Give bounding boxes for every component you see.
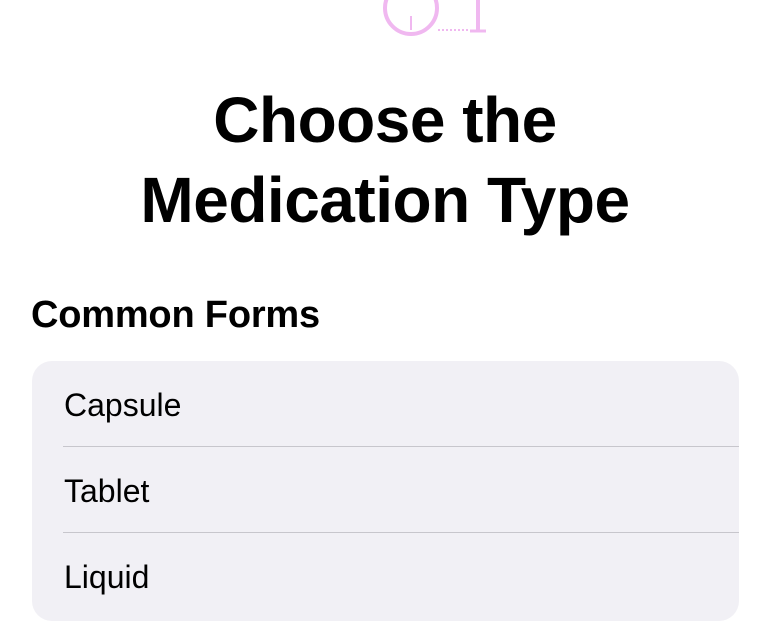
list-item-label: Capsule: [64, 387, 182, 423]
pill-illustration-icon: [372, 0, 492, 36]
list-item-label: Tablet: [64, 473, 150, 509]
section-heading-common-forms: Common Forms: [31, 294, 320, 336]
page-title-line-1: Choose the: [213, 84, 557, 156]
list-item-liquid[interactable]: Liquid: [32, 533, 739, 619]
list-item-tablet[interactable]: Tablet: [32, 447, 739, 533]
medication-type-list: Capsule Tablet Liquid: [32, 361, 739, 621]
page-title: Choose the Medication Type: [0, 80, 770, 240]
page-title-line-2: Medication Type: [140, 164, 630, 236]
list-item-label: Liquid: [64, 559, 150, 595]
list-item-capsule[interactable]: Capsule: [32, 361, 739, 447]
